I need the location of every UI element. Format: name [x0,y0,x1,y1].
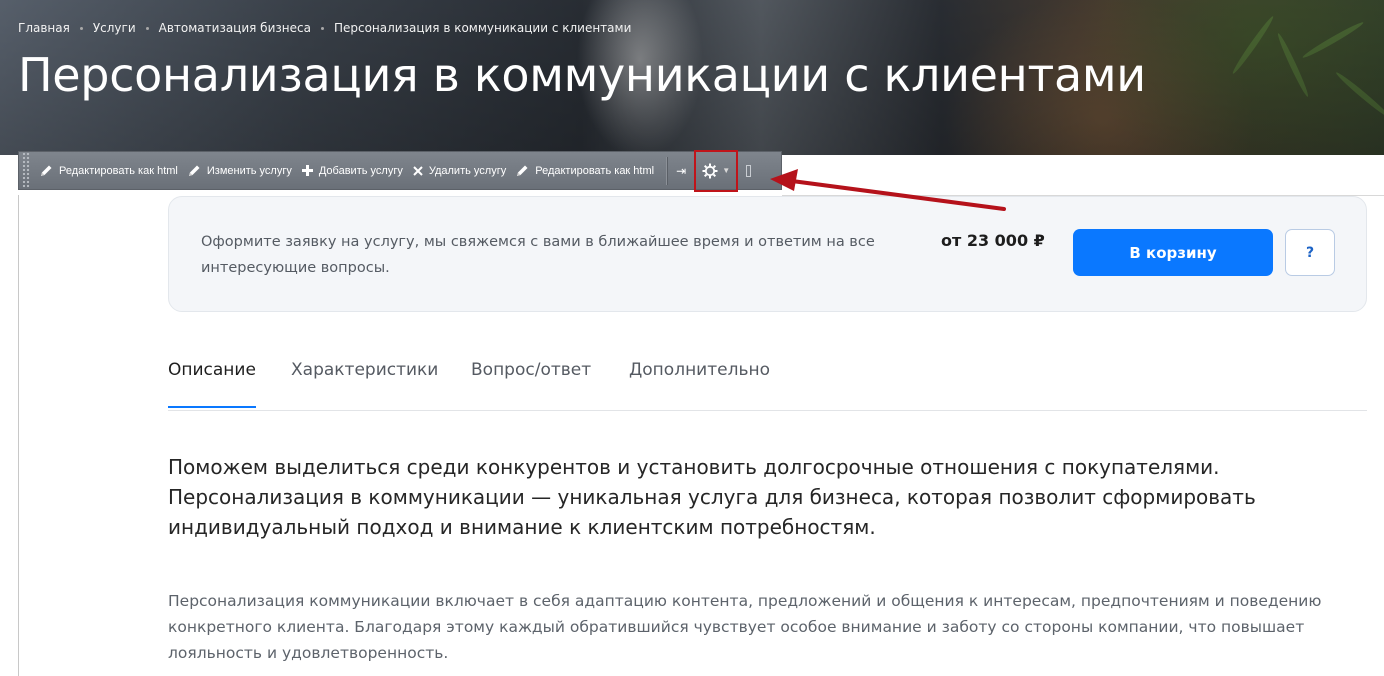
add-service-label: Добавить услугу [318,164,403,177]
breadcrumb-business-automation[interactable]: Автоматизация бизнеса [159,21,311,35]
breadcrumb-home[interactable]: Главная [18,21,70,35]
toolbar-drag-handle[interactable] [22,152,30,189]
edit-service-label: Изменить услугу [206,164,292,177]
content-left-border [18,195,19,676]
service-price: от 23 000 ₽ [941,231,1045,250]
chevron-down-icon: ▼ [722,166,731,175]
settings-button-highlighted[interactable]: ▼ [694,149,739,192]
pencil-icon [517,165,528,176]
page-title: Персонализация в коммуникации с клиентам… [18,48,1146,102]
edit-as-html-button-2[interactable]: Редактировать как html [516,164,654,177]
delete-service-label: Удалить услугу [428,164,507,177]
breadcrumb: Главная Услуги Автоматизация бизнеса Пер… [18,21,631,35]
edit-service-button[interactable]: Изменить услугу [188,164,292,177]
active-tab-indicator [168,406,256,408]
edit-as-html-label-2: Редактировать как html [535,164,655,177]
edit-as-html-button[interactable]: Редактировать как html [40,164,178,177]
breadcrumb-separator [145,26,149,30]
description-paragraph: Персонализация коммуникации включает в с… [168,592,1322,662]
pin-icon[interactable]: ⇥ [676,164,686,178]
order-info-text: Оформите заявку на услугу, мы свяжемся с… [201,234,875,276]
tab-faq[interactable]: Вопрос/ответ [471,360,591,380]
annotation-arrow [770,169,1006,211]
breadcrumb-separator [79,26,83,30]
breadcrumb-current: Персонализация в коммуникации с клиентам… [333,21,632,35]
tab-characteristics[interactable]: Характеристики [291,360,438,380]
help-button[interactable]: ? [1285,229,1335,276]
plant-leaf-decoration [1334,70,1384,120]
pencil-icon [41,165,52,176]
tabs-bar: Описание Характеристики Вопрос/ответ Доп… [168,360,1367,411]
gear-icon [702,163,718,178]
plant-leaf-decoration [1301,19,1365,61]
lead-paragraph: Поможем выделиться среди конкурентов и у… [168,455,1256,539]
tab-description[interactable]: Описание [168,360,256,380]
plant-leaf-decoration [1275,32,1311,98]
order-card: Оформите заявку на услугу, мы свяжемся с… [168,196,1367,312]
breadcrumb-separator [320,26,324,30]
pencil-icon [188,165,200,176]
close-icon [413,165,423,176]
add-to-cart-button[interactable]: В корзину [1073,229,1273,276]
toolbar-collapse-handle[interactable] [746,164,752,177]
toolbar-divider [666,156,669,185]
plant-leaf-decoration [1230,14,1276,76]
plus-icon [301,165,313,176]
breadcrumb-services[interactable]: Услуги [93,21,136,35]
edit-as-html-label: Редактировать как html [59,164,178,177]
delete-service-button[interactable]: Удалить услугу [413,165,506,177]
admin-toolbar: Редактировать как html Изменить услугу Д… [18,149,782,192]
add-service-button[interactable]: Добавить услугу [301,164,403,177]
tab-additional[interactable]: Дополнительно [629,360,770,380]
